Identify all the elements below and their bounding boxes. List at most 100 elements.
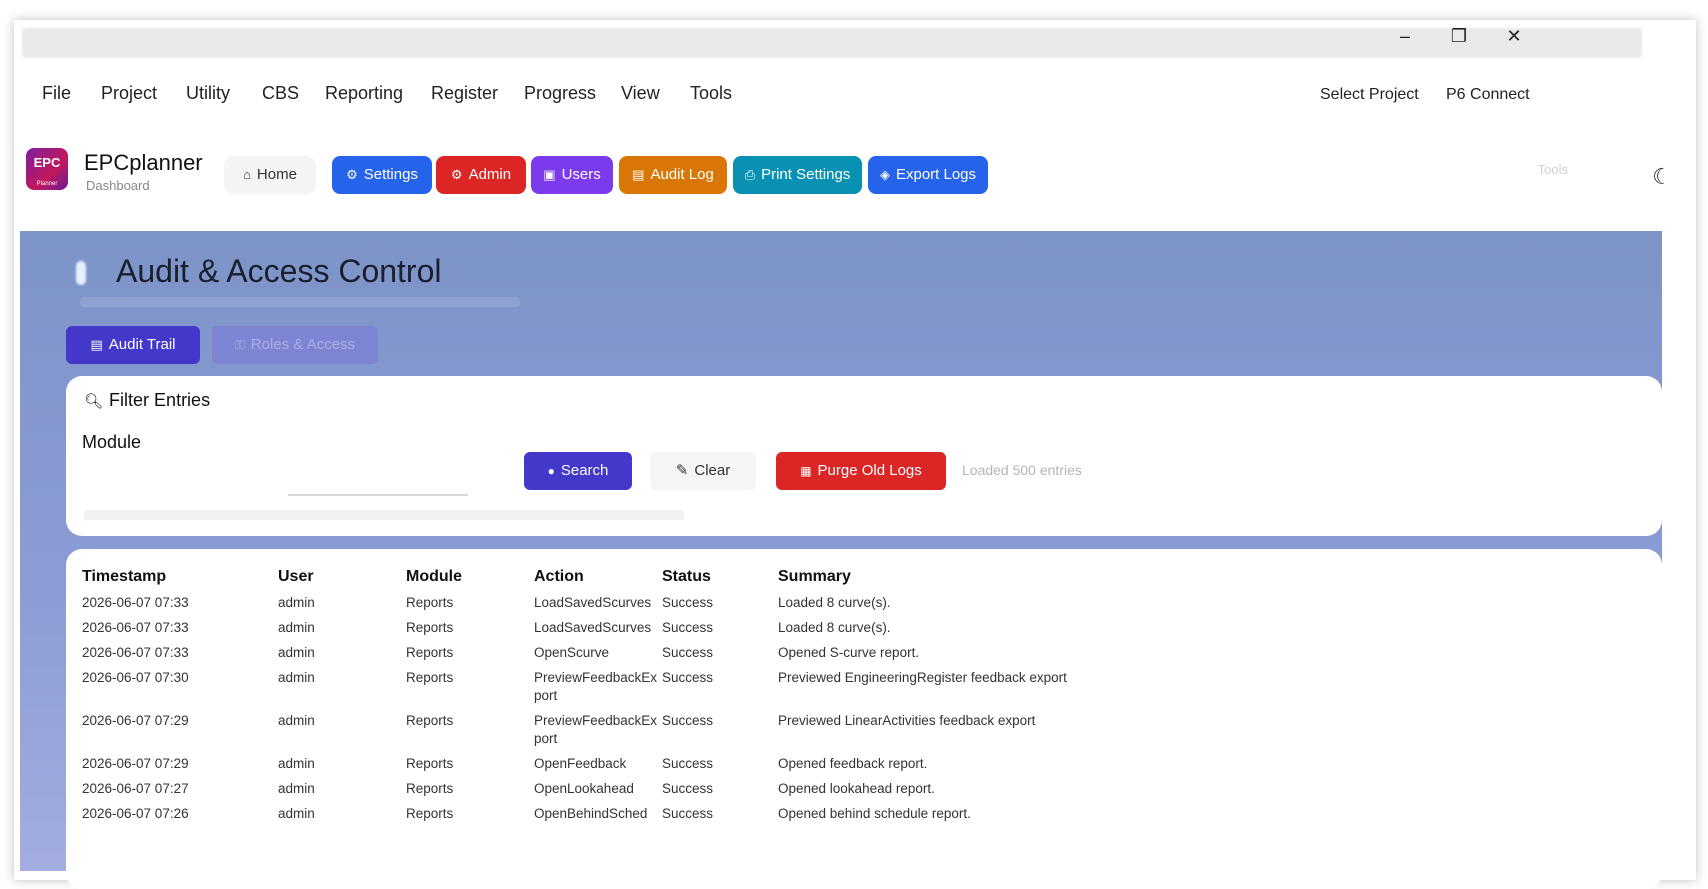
- cell-timestamp: 2026-06-07 07:33: [82, 645, 189, 660]
- header-user[interactable]: User: [278, 563, 406, 591]
- minimize-button[interactable]: –: [1390, 26, 1420, 47]
- table-row[interactable]: 2026-06-07 07:29 admin Reports OpenFeedb…: [82, 752, 1378, 777]
- export-logs-button[interactable]: ◈ Export Logs: [868, 156, 988, 194]
- home-label: Home: [256, 166, 297, 183]
- cell-summary: Loaded 8 curve(s).: [778, 620, 891, 635]
- settings-button[interactable]: ⚙ Settings: [332, 156, 432, 194]
- cell-status: Success: [662, 645, 714, 660]
- cell-module: Reports: [406, 620, 454, 635]
- restore-button[interactable]: ❐: [1444, 26, 1474, 47]
- tab-audit-trail-label: Audit Trail: [108, 336, 176, 353]
- cell-module: Reports: [406, 670, 454, 685]
- cell-timestamp: 2026-06-07 07:33: [82, 620, 189, 635]
- header-timestamp[interactable]: Timestamp: [82, 563, 278, 591]
- table-row[interactable]: 2026-06-07 07:26 admin Reports OpenBehin…: [82, 802, 1378, 827]
- cell-user: admin: [278, 756, 315, 771]
- home-icon: ⌂: [243, 167, 251, 182]
- cell-action: PreviewFeedbackExport: [534, 670, 658, 703]
- cell-summary: Opened S-curve report.: [778, 645, 920, 660]
- audit-log-button[interactable]: ▤ Audit Log: [619, 156, 727, 194]
- header-module[interactable]: Module: [406, 563, 534, 591]
- moon-icon[interactable]: ☾: [1652, 164, 1672, 190]
- print-settings-button[interactable]: ⎙ Print Settings: [733, 156, 862, 194]
- cell-module: Reports: [406, 781, 454, 796]
- module-label: Module: [82, 432, 142, 452]
- clear-button[interactable]: ✎ Clear: [650, 452, 756, 490]
- trash-icon: ▦: [800, 464, 812, 478]
- cell-user: admin: [278, 713, 315, 728]
- p6-connect-link[interactable]: P6 Connect: [1446, 80, 1530, 110]
- filter-title-text: Filter Entries: [109, 390, 211, 410]
- menu-cbs[interactable]: CBS: [262, 76, 299, 110]
- home-button[interactable]: ⌂ Home: [224, 156, 316, 194]
- clipboard-icon: ▤: [632, 167, 645, 182]
- app-name: EPCplanner: [84, 150, 203, 175]
- admin-button[interactable]: ⚙ Admin: [436, 156, 526, 194]
- cell-summary: Previewed EngineeringRegister feedback e…: [778, 670, 1067, 685]
- close-button[interactable]: ✕: [1499, 26, 1529, 47]
- loaded-count: Loaded 500 entries: [962, 462, 1082, 478]
- menu-tools[interactable]: Tools: [690, 76, 732, 110]
- app-subtitle: Dashboard: [86, 178, 150, 193]
- cell-action: OpenFeedback: [534, 756, 627, 771]
- menu-file[interactable]: File: [42, 76, 71, 110]
- faint-tools-label: Tools: [1537, 162, 1568, 177]
- main-content: Audit & Access Control ▤ Audit Trail ⚿ Rol…: [20, 231, 1662, 889]
- cell-status: Success: [662, 670, 714, 685]
- tab-roles-access-label: Roles & Access: [250, 336, 356, 353]
- menu-progress[interactable]: Progress: [524, 76, 596, 110]
- app-header: EPC Planner EPCplanner Dashboard ⌂ Home ⚙…: [0, 136, 1708, 208]
- table-row[interactable]: 2026-06-07 07:33 admin Reports OpenScurv…: [82, 641, 1378, 666]
- cell-user: admin: [278, 620, 315, 635]
- select-project-link[interactable]: Select Project: [1320, 80, 1419, 110]
- module-input[interactable]: [80, 458, 280, 494]
- audit-table: Timestamp User Module Action Status Summ…: [82, 563, 1378, 827]
- magnifier-icon: 🔍︎: [84, 393, 104, 410]
- cell-user: admin: [278, 781, 315, 796]
- cell-timestamp: 2026-06-07 07:33: [82, 595, 189, 610]
- purge-old-logs-button[interactable]: ▦ Purge Old Logs: [776, 452, 946, 490]
- cell-status: Success: [662, 713, 714, 728]
- cell-timestamp: 2026-06-07 07:27: [82, 781, 189, 796]
- key-icon: ⚿: [234, 337, 245, 352]
- search-button[interactable]: ● Search: [524, 452, 632, 490]
- table-row[interactable]: 2026-06-07 07:33 admin Reports LoadSaved…: [82, 616, 1378, 641]
- tab-roles-access[interactable]: ⚿ Roles & Access: [212, 326, 378, 364]
- printer-icon: ⎙: [744, 167, 756, 182]
- tab-audit-trail[interactable]: ▤ Audit Trail: [66, 326, 200, 364]
- table-row[interactable]: 2026-06-07 07:29 admin Reports PreviewFe…: [82, 709, 1378, 752]
- users-button[interactable]: ▣ Users: [531, 156, 613, 194]
- cell-timestamp: 2026-06-07 07:29: [82, 713, 189, 728]
- cell-action: OpenLookahead: [534, 781, 634, 796]
- cell-summary: Loaded 8 curve(s).: [778, 595, 891, 610]
- cell-status: Success: [662, 620, 714, 635]
- filter-card: 🔍︎ Filter Entries Module ● Search ✎ Clear ▦…: [66, 376, 1662, 536]
- users-icon: ▣: [543, 167, 556, 182]
- header-action[interactable]: Action: [534, 563, 662, 591]
- search-field[interactable]: [288, 454, 468, 496]
- gear-icon: ⚙: [346, 167, 358, 182]
- header-summary[interactable]: Summary: [778, 563, 1378, 591]
- header-status[interactable]: Status: [662, 563, 778, 591]
- logo-text: EPC: [33, 155, 61, 170]
- menu-view[interactable]: View: [621, 76, 660, 110]
- export-logs-label: Export Logs: [895, 166, 977, 183]
- menu-register[interactable]: Register: [431, 76, 498, 110]
- scroll-icon: ▤: [90, 337, 103, 352]
- table-row[interactable]: 2026-06-07 07:27 admin Reports OpenLooka…: [82, 777, 1378, 802]
- table-row[interactable]: 2026-06-07 07:30 admin Reports PreviewFe…: [82, 666, 1378, 709]
- cell-user: admin: [278, 670, 315, 685]
- page-title: Audit & Access Control: [116, 253, 442, 289]
- audit-table-card: Timestamp User Module Action Status Summ…: [66, 549, 1662, 889]
- filter-hint: [84, 510, 684, 520]
- box-icon: ◈: [879, 167, 890, 182]
- settings-label: Settings: [363, 166, 418, 183]
- logo-subtext: Planner: [36, 181, 58, 187]
- gear-icon: ⚙: [450, 167, 463, 182]
- menu-reporting[interactable]: Reporting: [325, 76, 403, 110]
- cell-timestamp: 2026-06-07 07:26: [82, 806, 189, 821]
- search-label: Search: [560, 462, 609, 479]
- table-row[interactable]: 2026-06-07 07:33 admin Reports LoadSaved…: [82, 591, 1378, 616]
- menu-project[interactable]: Project: [101, 76, 157, 110]
- menu-utility[interactable]: Utility: [186, 76, 230, 110]
